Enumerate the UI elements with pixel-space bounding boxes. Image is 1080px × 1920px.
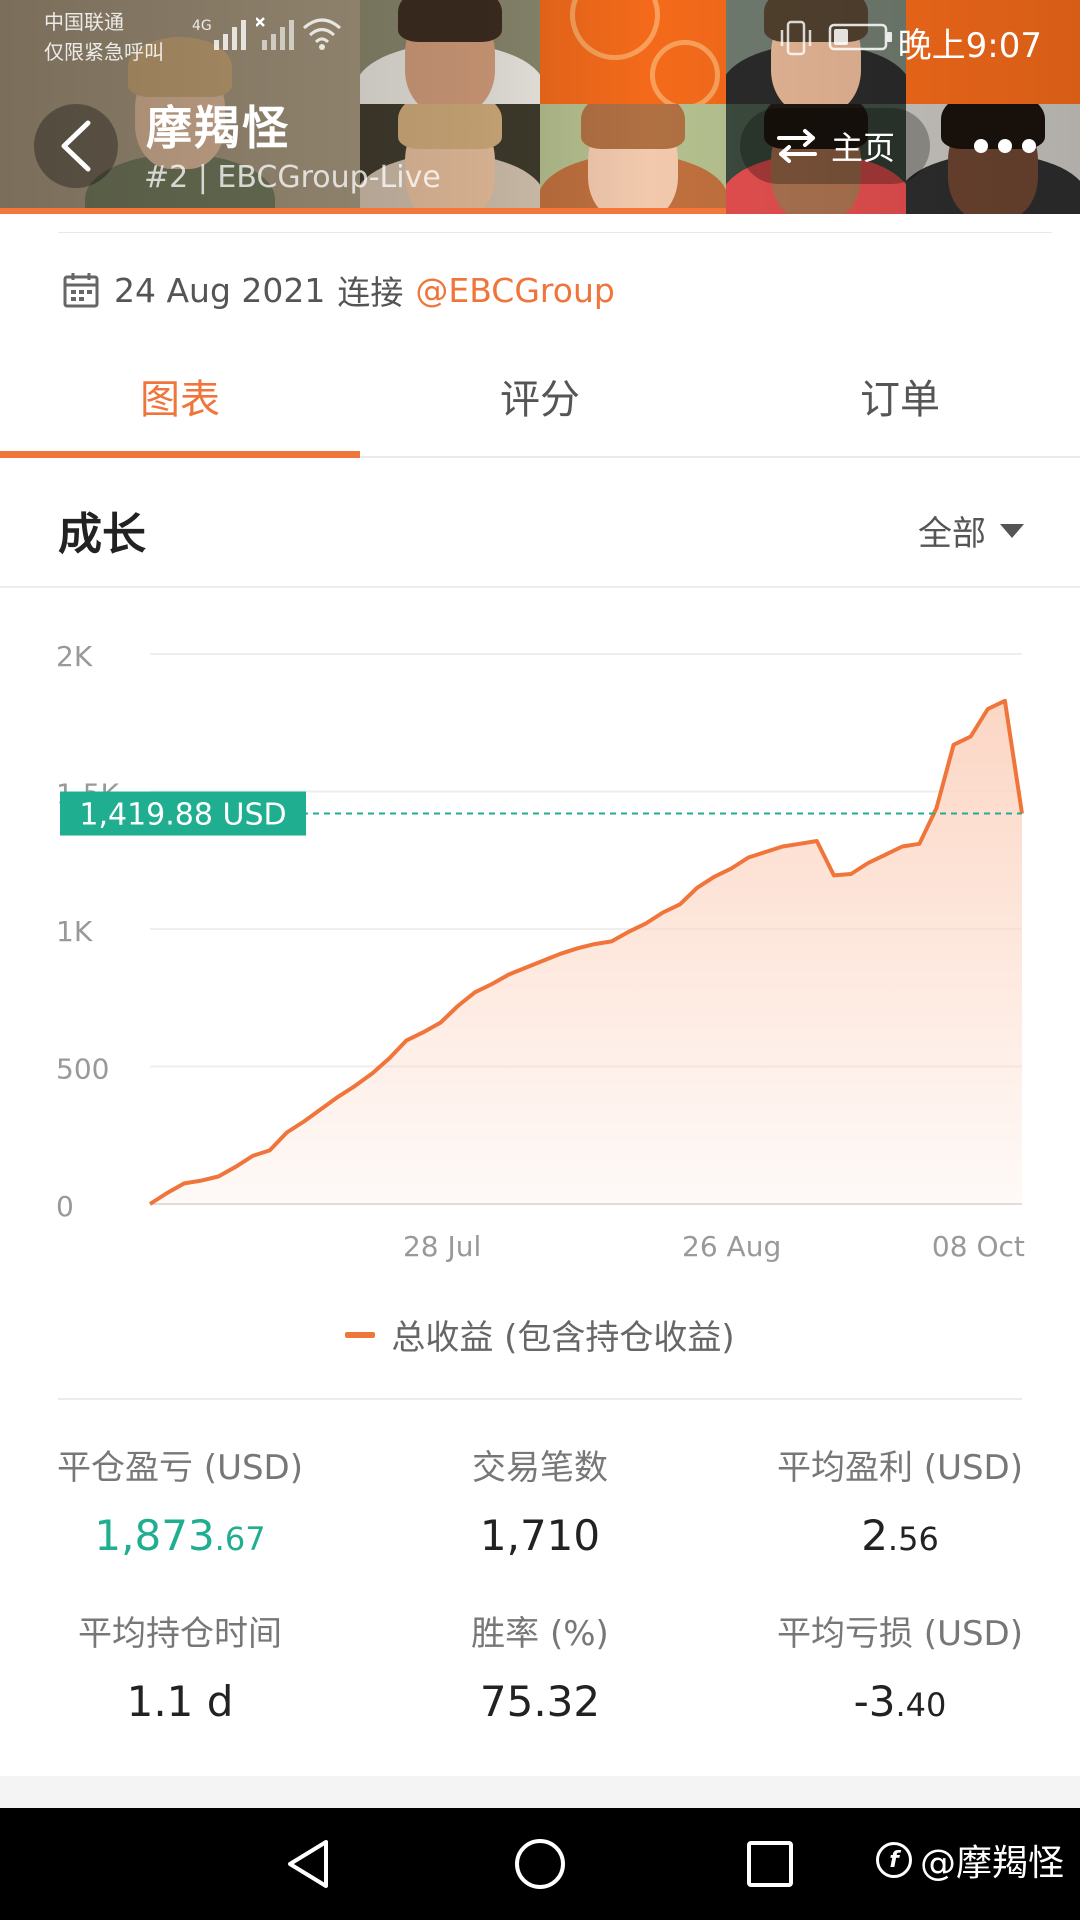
- back-button[interactable]: [34, 104, 118, 188]
- signal-no-sim-icon: [256, 17, 294, 50]
- connect-label: 连接: [337, 273, 404, 312]
- growth-chart-svg[interactable]: 05001K1.5K2K28 Jul26 Aug08 Oct1,419.88 U…: [0, 600, 1080, 1300]
- divider: [58, 1398, 1022, 1400]
- connect-date: 24 Aug 2021: [114, 270, 326, 310]
- x-tick-label: 08 Oct: [932, 1230, 1025, 1263]
- tab-chart[interactable]: 图表: [0, 360, 360, 458]
- weibo-logo-icon: f: [875, 1842, 912, 1878]
- stat-value: 75.32: [479, 1677, 601, 1726]
- nav-back-icon[interactable]: [282, 1836, 334, 1892]
- home-button-label: 主页: [830, 129, 895, 167]
- profile-header-banner: 中国联通 仅限紧急呼叫 4G 晚上9:07 摩羯怪 #2 | EBCGroup-…: [0, 0, 1080, 214]
- home-button[interactable]: 主页: [740, 108, 930, 184]
- legend-swatch: [345, 1331, 376, 1338]
- page-title: 摩羯怪: [146, 101, 290, 155]
- stat-value: 1,873.67: [94, 1511, 266, 1560]
- carrier-label: 中国联通: [44, 10, 124, 34]
- divider: [58, 232, 1052, 233]
- stat-label: 平均持仓时间: [78, 1614, 282, 1654]
- chevron-left-icon: [61, 120, 91, 172]
- page-bottom-spacer: [0, 1776, 1080, 1808]
- y-tick-label: 2K: [56, 640, 93, 673]
- more-options-button[interactable]: [950, 108, 1060, 184]
- growth-chart: 05001K1.5K2K28 Jul26 Aug08 Oct1,419.88 U…: [0, 600, 1080, 1340]
- caret-down-icon: [1000, 523, 1024, 538]
- y-tick-label: 1K: [56, 915, 93, 948]
- more-dot-icon: [974, 139, 988, 153]
- stat-average-hold-time: 平均持仓时间 1.1 d: [0, 1606, 360, 1726]
- stat-win-rate: 胜率 (%) 75.32: [360, 1606, 720, 1726]
- tab-orders[interactable]: 订单: [720, 360, 1080, 456]
- tab-bar: 图表 评分 订单: [0, 360, 1080, 458]
- connection-info: 24 Aug 2021 连接 @EBCGroup: [62, 268, 615, 312]
- banner-accent-line: [0, 208, 726, 214]
- stat-label: 平仓盈亏 (USD): [57, 1448, 303, 1488]
- legend-label: 总收益 (包含持仓收益): [391, 1318, 735, 1358]
- clock: 晚上9:07: [897, 26, 1042, 66]
- more-dot-icon: [1022, 139, 1036, 153]
- calendar-icon: [63, 273, 99, 308]
- y-tick-label: 0: [56, 1190, 74, 1223]
- growth-section-header: 成长 全部: [0, 476, 1080, 588]
- stat-closed-pnl: 平仓盈亏 (USD) 1,873.67: [0, 1440, 360, 1560]
- carrier-note: 仅限紧急呼叫: [44, 40, 164, 64]
- watermark-text: @摩羯怪: [919, 1843, 1064, 1884]
- nav-home-icon[interactable]: [512, 1836, 568, 1892]
- network-type: 4G: [192, 18, 212, 34]
- stat-value: 1.1 d: [126, 1677, 234, 1726]
- wifi-icon: [303, 18, 341, 50]
- stat-label: 平均盈利 (USD): [777, 1448, 1023, 1488]
- signal-icon: [214, 20, 246, 50]
- range-dropdown-value: 全部: [918, 514, 986, 554]
- stat-label: 交易笔数: [472, 1448, 608, 1488]
- nav-recents-icon[interactable]: [744, 1836, 796, 1892]
- vibrate-icon: [780, 20, 812, 56]
- stat-value: 2.56: [861, 1511, 939, 1560]
- stat-value: -3.40: [853, 1677, 947, 1726]
- x-tick-label: 26 Aug: [682, 1230, 781, 1263]
- current-value-label: 1,419.88 USD: [79, 798, 286, 833]
- stat-average-loss: 平均亏损 (USD) -3.40: [720, 1606, 1080, 1726]
- stat-value: 1,710: [479, 1511, 601, 1560]
- battery-icon: [828, 23, 892, 51]
- tab-rating[interactable]: 评分: [360, 360, 720, 456]
- stat-label: 胜率 (%): [471, 1614, 609, 1654]
- x-tick-label: 28 Jul: [403, 1230, 481, 1263]
- stat-label: 平均亏损 (USD): [777, 1614, 1023, 1654]
- chart-legend[interactable]: 总收益 (包含持仓收益): [0, 1310, 1080, 1359]
- y-tick-label: 500: [56, 1053, 109, 1086]
- section-title: 成长: [58, 509, 146, 560]
- swap-arrows-icon: [776, 129, 817, 163]
- account-subtitle: #2 | EBCGroup-Live: [144, 160, 441, 195]
- more-dot-icon: [998, 139, 1012, 153]
- stat-trade-count: 交易笔数 1,710: [360, 1440, 720, 1560]
- series-area: [150, 700, 1022, 1204]
- stat-average-profit: 平均盈利 (USD) 2.56: [720, 1440, 1080, 1560]
- range-dropdown[interactable]: 全部: [918, 506, 1024, 555]
- broker-link[interactable]: @EBCGroup: [415, 271, 614, 310]
- watermark: f @摩羯怪: [875, 1834, 1064, 1886]
